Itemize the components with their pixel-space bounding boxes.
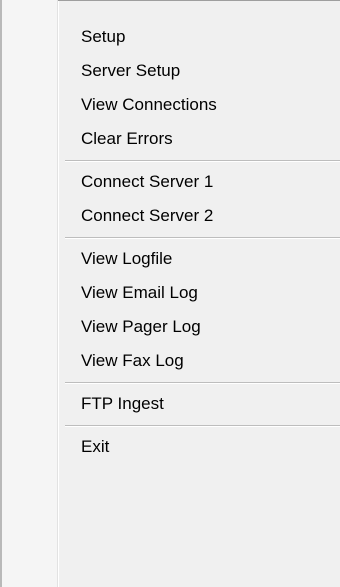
menu-item-server-setup[interactable]: Server Setup [59,54,340,88]
menu-item-connect-server-1[interactable]: Connect Server 1 [59,165,340,199]
menu-separator [59,233,340,242]
menu-item-exit[interactable]: Exit [59,430,340,464]
context-menu: Setup Server Setup View Connections Clea… [0,0,340,587]
menu-item-clear-errors[interactable]: Clear Errors [59,122,340,156]
menu-item-view-logfile[interactable]: View Logfile [59,242,340,276]
menu-item-view-email-log[interactable]: View Email Log [59,276,340,310]
menu-separator [59,421,340,430]
menu-separator [59,156,340,165]
menu-item-view-fax-log[interactable]: View Fax Log [59,344,340,378]
menu-separator [59,378,340,387]
icon-gutter [2,0,57,587]
menu-top-padding [59,0,340,20]
menu-item-setup[interactable]: Setup [59,20,340,54]
menu-item-ftp-ingest[interactable]: FTP Ingest [59,387,340,421]
menu-item-view-connections[interactable]: View Connections [59,88,340,122]
menu-item-connect-server-2[interactable]: Connect Server 2 [59,199,340,233]
menu-items: Setup Server Setup View Connections Clea… [59,0,340,464]
menu-item-view-pager-log[interactable]: View Pager Log [59,310,340,344]
